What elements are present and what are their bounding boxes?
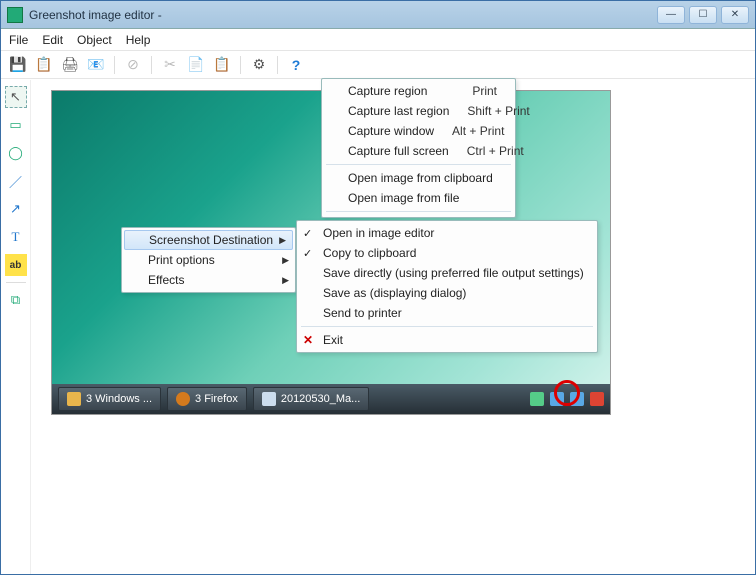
menu-label: Print options: [148, 253, 277, 267]
toolbar-sep: [240, 56, 241, 74]
menu-label: Open in image editor: [323, 226, 579, 240]
toolbar: 💾 📋 🖨 📧 ⊘ ✂ 📄 📋 ⚙ ?: [1, 51, 755, 79]
tray-context-menu: Capture region Print Capture last region…: [321, 78, 516, 218]
app-icon: [7, 7, 23, 23]
app-window: Greenshot image editor - — ☐ ✕ File Edit…: [0, 0, 756, 575]
paste-icon[interactable]: 📋: [211, 54, 233, 76]
ellipse-tool-icon[interactable]: ◯: [5, 142, 27, 164]
menu-object[interactable]: Object: [77, 33, 112, 47]
tool-sidebar: ↖ ▭ ◯ ／ ↗ T ab ⧉: [1, 80, 31, 574]
menu-open-clipboard[interactable]: Open image from clipboard: [322, 168, 515, 188]
taskbar-label: 3 Windows ...: [86, 393, 152, 405]
menu-open-file[interactable]: Open image from file: [322, 188, 515, 208]
menu-file[interactable]: File: [9, 33, 28, 47]
toolbar-sep: [151, 56, 152, 74]
help-icon[interactable]: ?: [285, 54, 307, 76]
menu-copy-clipboard[interactable]: ✓ Copy to clipboard: [297, 243, 597, 263]
menu-edit[interactable]: Edit: [42, 33, 63, 47]
window-title: Greenshot image editor -: [29, 8, 162, 22]
menu-capture-window[interactable]: Capture window Alt + Print: [322, 121, 515, 141]
menu-shortcut: Alt + Print: [452, 124, 504, 138]
menu-save-as[interactable]: Save as (displaying dialog): [297, 283, 597, 303]
taskbar-file-button[interactable]: 20120530_Ma...: [253, 387, 370, 411]
menu-label: Exit: [323, 333, 579, 347]
tray-icon[interactable]: [530, 392, 544, 406]
copy-icon[interactable]: 📋: [33, 54, 55, 76]
menu-open-editor[interactable]: ✓ Open in image editor: [297, 223, 597, 243]
menu-shortcut: Shift + Print: [467, 104, 529, 118]
taskbar-windows-button[interactable]: 3 Windows ...: [58, 387, 161, 411]
arrow-tool-icon[interactable]: ↗: [5, 198, 27, 220]
duplicate-icon[interactable]: 📄: [185, 54, 207, 76]
menu-exit[interactable]: ✕ Exit: [297, 330, 597, 350]
menu-label: Send to printer: [323, 306, 579, 320]
menu-label: Open image from file: [348, 191, 497, 205]
menu-label: Capture region: [348, 84, 454, 98]
settings-icon[interactable]: ⚙: [248, 54, 270, 76]
check-icon: ✓: [303, 247, 312, 260]
maximize-button[interactable]: ☐: [689, 6, 717, 24]
menu-capture-full[interactable]: Capture full screen Ctrl + Print: [322, 141, 515, 161]
menu-separator: [326, 211, 511, 212]
folder-icon: [67, 392, 81, 406]
file-icon: [262, 392, 276, 406]
menu-label: Capture window: [348, 124, 434, 138]
submenu-screenshot-destination: ✓ Open in image editor ✓ Copy to clipboa…: [296, 220, 598, 353]
menu-label: Save directly (using preferred file outp…: [323, 266, 584, 280]
cut-icon: ✂: [159, 54, 181, 76]
print-icon[interactable]: 🖨: [59, 54, 81, 76]
submenu-arrow-icon: ▶: [282, 275, 289, 286]
annotation-circle: [554, 380, 580, 406]
menu-label: Save as (displaying dialog): [323, 286, 579, 300]
close-icon: ✕: [303, 333, 313, 347]
menu-label: Copy to clipboard: [323, 246, 579, 260]
menu-label: Capture last region: [348, 104, 449, 118]
menu-label: Screenshot Destination: [149, 233, 276, 247]
submenu-arrow-icon: ▶: [282, 255, 289, 266]
sidebar-sep: [6, 282, 26, 283]
taskbar-label: 3 Firefox: [195, 393, 238, 405]
menu-capture-region[interactable]: Capture region Print: [322, 81, 515, 101]
mail-icon[interactable]: 📧: [85, 54, 107, 76]
menubar: File Edit Object Help: [1, 29, 755, 51]
menu-screenshot-destination[interactable]: Screenshot Destination ▶: [124, 230, 293, 250]
menu-shortcut: Print: [472, 84, 497, 98]
highlight-tool-icon[interactable]: ab: [5, 254, 27, 276]
toolbar-sep: [277, 56, 278, 74]
menu-save-directly[interactable]: Save directly (using preferred file outp…: [297, 263, 597, 283]
menu-label: Effects: [148, 273, 277, 287]
captured-taskbar: 3 Windows ... 3 Firefox 20120530_Ma...: [52, 384, 610, 414]
menu-separator: [301, 326, 593, 327]
menu-label: Open image from clipboard: [348, 171, 497, 185]
disabled-action-icon: ⊘: [122, 54, 144, 76]
submenu-arrow-icon: ▶: [279, 235, 286, 246]
firefox-icon: [176, 392, 190, 406]
menu-shortcut: Ctrl + Print: [467, 144, 524, 158]
crop-tool-icon[interactable]: ⧉: [5, 289, 27, 311]
close-button[interactable]: ✕: [721, 6, 749, 24]
menu-effects[interactable]: Effects ▶: [122, 270, 295, 290]
line-tool-icon[interactable]: ／: [5, 170, 27, 192]
taskbar-firefox-button[interactable]: 3 Firefox: [167, 387, 247, 411]
cursor-tool-icon[interactable]: ↖: [5, 86, 27, 108]
submenu-level1: Screenshot Destination ▶ Print options ▶…: [121, 227, 296, 293]
menu-help[interactable]: Help: [126, 33, 151, 47]
canvas: 3 Windows ... 3 Firefox 20120530_Ma...: [31, 80, 755, 574]
save-icon[interactable]: 💾: [7, 54, 29, 76]
tray-icon[interactable]: [590, 392, 604, 406]
taskbar-label: 20120530_Ma...: [281, 393, 361, 405]
menu-capture-last[interactable]: Capture last region Shift + Print: [322, 101, 515, 121]
menu-print-options[interactable]: Print options ▶: [122, 250, 295, 270]
titlebar: Greenshot image editor - — ☐ ✕: [1, 1, 755, 29]
menu-separator: [326, 164, 511, 165]
menu-send-printer[interactable]: Send to printer: [297, 303, 597, 323]
rect-tool-icon[interactable]: ▭: [5, 114, 27, 136]
minimize-button[interactable]: —: [657, 6, 685, 24]
toolbar-sep: [114, 56, 115, 74]
menu-label: Capture full screen: [348, 144, 449, 158]
check-icon: ✓: [303, 227, 312, 240]
text-tool-icon[interactable]: T: [5, 226, 27, 248]
